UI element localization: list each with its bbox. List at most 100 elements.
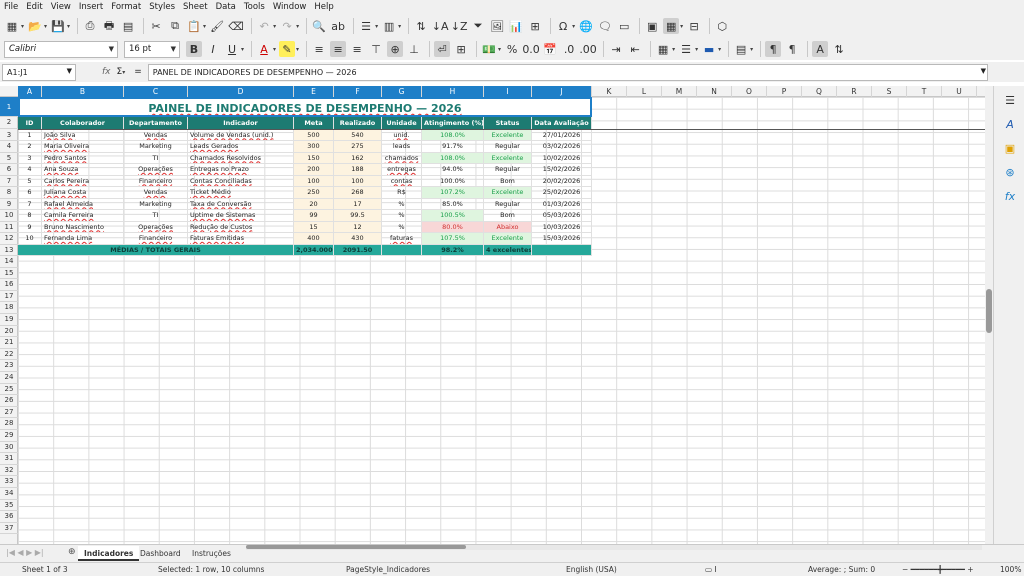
header-cell[interactable]: Departamento	[124, 117, 188, 130]
row-header[interactable]: 9	[0, 199, 18, 211]
text-ltr-icon[interactable]: ¶	[765, 41, 782, 57]
column-header[interactable]: H	[422, 86, 484, 97]
data-cell[interactable]: 268	[334, 187, 382, 199]
row-header[interactable]: 15	[0, 268, 18, 280]
tab-navigation-icon[interactable]: |◀ ◀ ▶ ▶|	[6, 548, 44, 557]
data-cell[interactable]: 5	[18, 175, 42, 187]
format-currency-icon[interactable]: 💵	[481, 41, 497, 57]
row-header[interactable]: 17	[0, 291, 18, 303]
italic-icon[interactable]: I	[205, 41, 221, 57]
freeze-rows-columns-icon[interactable]: ▦	[663, 18, 680, 34]
find-replace-icon[interactable]: 🔍	[311, 18, 327, 34]
header-cell[interactable]: Atingimento (%)	[422, 117, 484, 130]
data-cell[interactable]: 85.0%	[422, 198, 484, 210]
menu-item-edit[interactable]: Edit	[26, 2, 42, 12]
comment-icon[interactable]: 🗨	[597, 18, 613, 34]
expand-formula-icon[interactable]: ▼	[981, 67, 986, 75]
data-cell[interactable]: unid.	[382, 129, 422, 141]
data-cell[interactable]: 275	[334, 141, 382, 153]
data-cell[interactable]: 250	[294, 187, 334, 199]
data-cell[interactable]: 500	[294, 129, 334, 141]
column-header[interactable]: L	[627, 86, 662, 97]
data-cell[interactable]: Contas Conciliadas	[188, 175, 294, 187]
paste-icon[interactable]: 📋	[186, 18, 202, 34]
row-header[interactable]: 3	[0, 130, 18, 142]
define-print-area-icon[interactable]: ▣	[644, 18, 660, 34]
row-header[interactable]: 23	[0, 360, 18, 372]
data-cell[interactable]: 27/01/2026	[532, 129, 592, 141]
data-cell[interactable]: 10/03/2026	[532, 221, 592, 233]
data-cell[interactable]: 94.0%	[422, 164, 484, 176]
data-cell[interactable]: 3	[18, 152, 42, 164]
column-header[interactable]: K	[592, 86, 627, 97]
column-header[interactable]: N	[697, 86, 732, 97]
data-cell[interactable]: 100.0%	[422, 175, 484, 187]
spelling-icon[interactable]: ab	[330, 18, 346, 34]
data-cell[interactable]: 400	[294, 233, 334, 245]
save-icon[interactable]: 💾	[50, 18, 66, 34]
data-cell[interactable]: leads	[382, 141, 422, 153]
data-cell[interactable]: 91.7%	[422, 141, 484, 153]
horizontal-scrollbar[interactable]	[246, 545, 982, 550]
data-cell[interactable]: Chamados Resolvidos	[188, 152, 294, 164]
data-cell[interactable]: 188	[334, 164, 382, 176]
tab-instrucoes[interactable]: Instruções	[186, 546, 237, 561]
column-header[interactable]: B	[42, 86, 124, 97]
selection-mode-icon[interactable]: ▭ I	[705, 565, 717, 574]
data-cell[interactable]: 100.5%	[422, 210, 484, 222]
pivot-table-icon[interactable]: ⊞	[527, 18, 543, 34]
menu-item-window[interactable]: Window	[273, 2, 307, 12]
data-cell[interactable]: 05/03/2026	[532, 210, 592, 222]
data-cell[interactable]: 150	[294, 152, 334, 164]
data-cell[interactable]: 99.5	[334, 210, 382, 222]
data-cell[interactable]: 200	[294, 164, 334, 176]
menu-item-styles[interactable]: Styles	[149, 2, 175, 12]
row-header[interactable]: 29	[0, 430, 18, 442]
data-cell[interactable]: 17	[334, 198, 382, 210]
menu-item-sheet[interactable]: Sheet	[183, 2, 208, 12]
gallery-icon[interactable]: ▣	[1002, 140, 1018, 156]
column-header[interactable]: E	[294, 86, 334, 97]
tab-dashboard[interactable]: Dashboard	[134, 546, 187, 561]
autofilter-icon[interactable]: ⏷	[470, 18, 486, 34]
merge-center-icon[interactable]: ⊞	[453, 41, 469, 57]
data-cell[interactable]: Fernanda Lima	[42, 233, 124, 245]
row-header[interactable]: 36	[0, 511, 18, 523]
header-cell[interactable]: Unidade	[382, 117, 422, 130]
row-header[interactable]: 13	[0, 245, 18, 257]
name-box[interactable]: A1:J1 ▼	[2, 63, 76, 81]
column-header[interactable]: J	[532, 86, 592, 97]
row-header[interactable]: 6	[0, 164, 18, 176]
export-pdf-icon[interactable]: ⎙	[82, 18, 98, 34]
format-percent-icon[interactable]: %	[504, 41, 520, 57]
data-cell[interactable]: Operações	[124, 164, 188, 176]
data-cell[interactable]: Leads Gerados	[188, 141, 294, 153]
data-cell[interactable]: 300	[294, 141, 334, 153]
data-cell[interactable]: 12	[334, 221, 382, 233]
cell-grid[interactable]: PAINEL DE INDICADORES DE DESEMPENHO — 20…	[18, 97, 985, 544]
data-cell[interactable]: 9	[18, 221, 42, 233]
data-cell[interactable]: %	[382, 221, 422, 233]
row-header[interactable]: 10	[0, 210, 18, 222]
border-color-icon[interactable]: ▬	[701, 41, 717, 57]
totals-realizado[interactable]: 2091.50	[334, 244, 382, 256]
data-cell[interactable]: Taxa de Conversão	[188, 198, 294, 210]
data-cell[interactable]: Uptime de Sistemas	[188, 210, 294, 222]
row-header[interactable]: 22	[0, 349, 18, 361]
border-style-icon[interactable]: ☰	[678, 41, 694, 57]
clone-formatting-icon[interactable]: 🖌	[209, 18, 225, 34]
data-cell[interactable]: Regular	[484, 141, 532, 153]
row-header[interactable]: 1	[0, 97, 18, 117]
decrease-indent-icon[interactable]: ⇤	[627, 41, 643, 57]
data-cell[interactable]: Volume de Vendas (unid.)	[188, 129, 294, 141]
data-cell[interactable]: Excelente	[484, 233, 532, 245]
row-header[interactable]: 19	[0, 314, 18, 326]
row-header[interactable]: 27	[0, 407, 18, 419]
new-icon[interactable]: ▦	[4, 18, 20, 34]
borders-icon[interactable]: ▦	[655, 41, 671, 57]
zoom-slider[interactable]: − ━━━━━━╋━━━━━ +	[902, 565, 974, 574]
properties-icon[interactable]: ☰	[1002, 92, 1018, 108]
row-header[interactable]: 14	[0, 256, 18, 268]
print-icon[interactable]: 🖶	[101, 18, 117, 34]
split-window-icon[interactable]: ⊟	[686, 18, 702, 34]
